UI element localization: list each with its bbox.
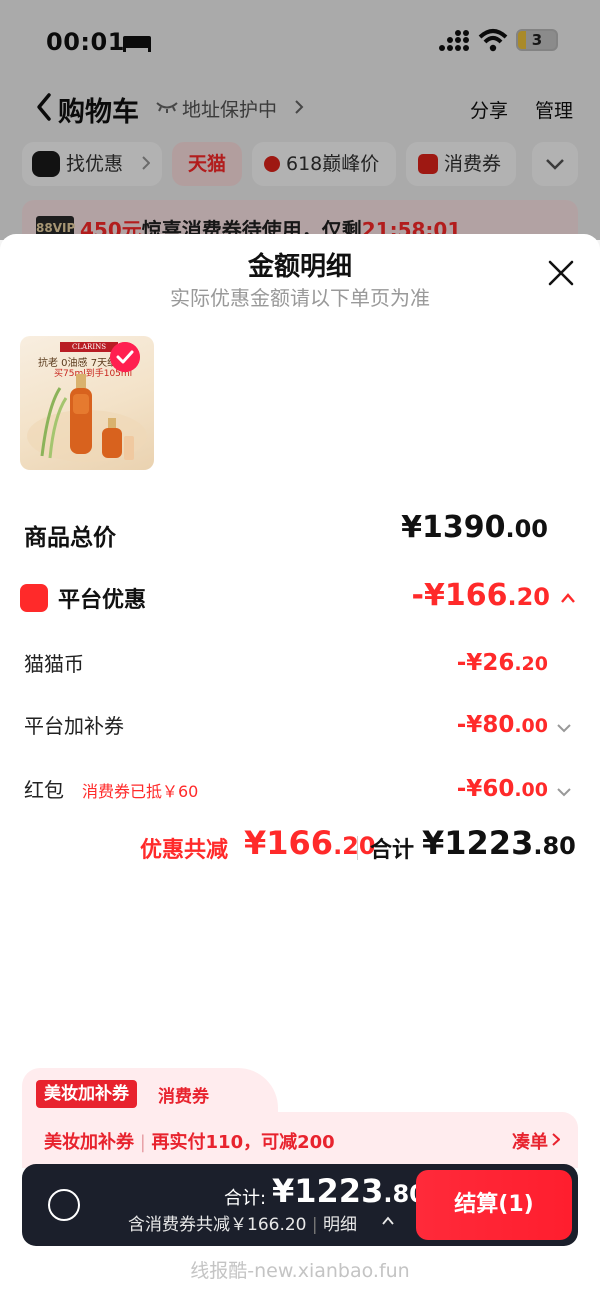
- price-main: ¥1390: [401, 510, 506, 545]
- item-total-price: ¥1390.00: [401, 510, 548, 545]
- price-main: -¥60: [456, 776, 515, 802]
- platform-coupon-price: -¥80.00: [457, 712, 548, 738]
- chevron-up-icon: [382, 1216, 394, 1225]
- row-platform-coupon[interactable]: 平台加补券 -¥80.00: [0, 710, 600, 742]
- consumer-coupon-tab[interactable]: 消费券: [158, 1082, 209, 1107]
- cat-coins-price: -¥26.20: [457, 650, 548, 676]
- tmall-icon: [20, 584, 48, 612]
- price-decimal: .20: [507, 583, 550, 611]
- watermark-text: 线报酷-new.xianbao.fun: [190, 1260, 410, 1282]
- total-discount-label: 优惠共减: [140, 838, 229, 863]
- platform-discount-label: 平台优惠: [58, 588, 147, 613]
- sheet-subtitle: 实际优惠金额请以下单页为准: [170, 286, 430, 310]
- price-main: ¥166: [244, 824, 334, 862]
- price-main: -¥166: [411, 578, 508, 613]
- price-main: -¥80: [456, 712, 515, 738]
- platform-discount-price: -¥166.20: [412, 578, 550, 613]
- total-discount-price: ¥166.20: [244, 824, 376, 862]
- red-packet-note: 消费券已抵￥60: [82, 782, 199, 801]
- checkout-discount-note: 含消费券共减￥166.20: [128, 1215, 307, 1235]
- row-platform-discount[interactable]: 平台优惠 -¥166.20: [0, 578, 600, 616]
- makeup-coupon-tag: 美妆加补券: [36, 1080, 137, 1108]
- close-icon[interactable]: [548, 260, 574, 286]
- red-packet-price: -¥60.00: [457, 776, 548, 802]
- chevron-up-icon: [561, 593, 575, 603]
- item-total-label: 商品总价: [24, 525, 116, 551]
- chevron-down-icon: [557, 724, 571, 733]
- red-packet-label: 红包: [24, 778, 64, 802]
- checkout-total-label: 合计:: [224, 1188, 267, 1209]
- discount-summary: 优惠共减 ¥166.20 合计 ¥1223.80: [0, 824, 600, 868]
- sum-total-label: 合计: [370, 838, 415, 863]
- price-main: -¥26: [456, 650, 515, 676]
- checkout-subtext[interactable]: 含消费券共减￥166.20 | 明细: [128, 1210, 357, 1235]
- checkout-total-price: ¥1223.80: [272, 1172, 426, 1210]
- cat-coins-label: 猫猫币: [24, 652, 84, 676]
- checkout-bar: 合计: ¥1223.80 含消费券共减￥166.20 | 明细 结算(1): [22, 1164, 578, 1246]
- price-decimal: .00: [505, 515, 548, 543]
- modal-overlay[interactable]: [0, 0, 600, 240]
- sheet-title: 金额明细: [247, 252, 352, 282]
- coupon-card[interactable]: 美妆加补券 | 再实付110，可减200 凑单: [22, 1112, 578, 1168]
- chevron-down-icon: [557, 788, 571, 797]
- selected-check-icon: [110, 342, 140, 372]
- coupon-rule: 再实付110，可减200: [151, 1132, 335, 1153]
- price-main: ¥1223: [272, 1172, 384, 1210]
- price-decimal: .20: [514, 653, 548, 675]
- price-decimal: .00: [514, 779, 548, 801]
- row-red-packet[interactable]: 红包 消费券已抵￥60 -¥60.00: [0, 774, 600, 806]
- price-main: ¥1223: [422, 824, 534, 862]
- price-decimal: .80: [533, 832, 576, 860]
- select-all-checkbox[interactable]: [48, 1189, 80, 1221]
- checkout-button[interactable]: 结算(1): [416, 1170, 572, 1240]
- sum-total-price: ¥1223.80: [422, 824, 576, 862]
- add-items-link[interactable]: 凑单: [512, 1128, 548, 1154]
- platform-coupon-label: 平台加补券: [24, 714, 124, 738]
- price-decimal: .00: [514, 715, 548, 737]
- row-cat-coins: 猫猫币 -¥26.20: [0, 648, 600, 680]
- chevron-right-icon: [552, 1133, 560, 1146]
- divider: [357, 836, 358, 860]
- coupon-name: 美妆加补券: [44, 1132, 134, 1153]
- detail-toggle[interactable]: 明细: [323, 1215, 357, 1235]
- coupon-text: 美妆加补券 | 再实付110，可减200: [44, 1132, 335, 1153]
